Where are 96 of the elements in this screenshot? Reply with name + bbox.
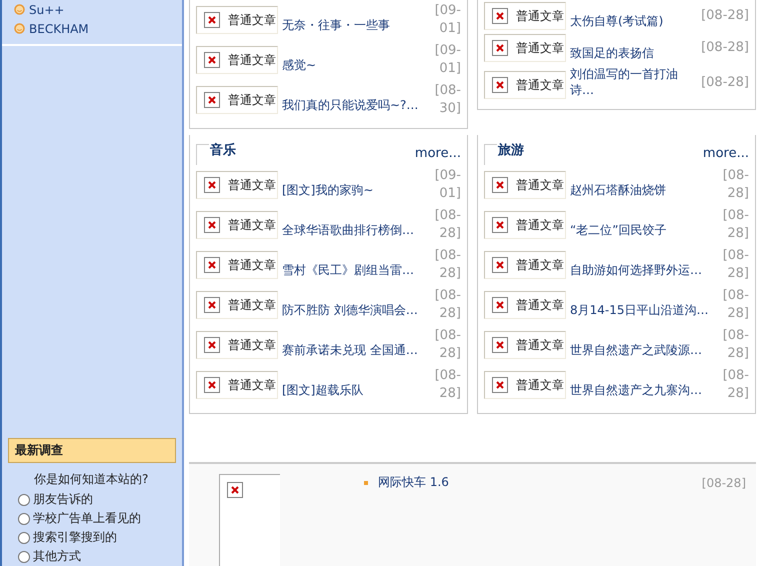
- article-date: [08-28]: [722, 367, 749, 403]
- alt-text: 普通文章: [516, 177, 564, 193]
- smiley-icon: [14, 4, 25, 15]
- broken-image-icon: [492, 257, 508, 273]
- article-date: [08-28]: [434, 207, 461, 243]
- article-link[interactable]: 无奈・往事・一些事: [282, 17, 390, 34]
- item-date: [08-28]: [702, 476, 746, 490]
- article-date: [09-01]: [434, 42, 461, 78]
- alt-text: 普通文章: [516, 77, 564, 93]
- alt-text: 普通文章: [516, 217, 564, 233]
- article-link[interactable]: 赵州石塔酥油烧饼: [570, 182, 666, 199]
- alt-text: 普通文章: [228, 92, 276, 108]
- option-label[interactable]: 朋友告诉的: [33, 491, 93, 508]
- article-link[interactable]: 防不胜防 刘德华演唱会…: [282, 302, 418, 319]
- article-date: [08-28]: [434, 367, 461, 403]
- radio-button[interactable]: [18, 550, 30, 562]
- option-label[interactable]: 搜索引擎搜到的: [33, 529, 117, 546]
- tab-corner: [196, 144, 209, 165]
- alt-text: 普通文章: [228, 257, 276, 273]
- broken-image-icon: [204, 92, 220, 108]
- article-link[interactable]: “老二位”回民饺子: [570, 222, 666, 239]
- broken-image-icon: [204, 217, 220, 233]
- article-date: [08-30]: [434, 82, 461, 118]
- article-link[interactable]: [图文]我的家驹~: [282, 182, 374, 199]
- friend-link[interactable]: BECKHAM: [29, 22, 89, 36]
- alt-text: 普通文章: [228, 12, 276, 28]
- article-date: [09-01]: [434, 2, 461, 38]
- article-link[interactable]: [图文]超载乐队: [282, 382, 364, 399]
- broken-image-icon: [204, 297, 220, 313]
- broken-image-icon: [492, 177, 508, 193]
- article-link[interactable]: 雪村《民工》剧组当雷…: [282, 262, 414, 279]
- article-date: [08-28]: [722, 167, 749, 203]
- alt-text: 普通文章: [228, 217, 276, 233]
- alt-text: 普通文章: [228, 52, 276, 68]
- alt-text: 普通文章: [516, 337, 564, 353]
- option-label[interactable]: 其他方式: [33, 548, 81, 565]
- broken-image-icon: [492, 337, 508, 353]
- article-date: [08-28]: [434, 287, 461, 323]
- article-date: [08-28]: [434, 327, 461, 363]
- article-date: [08-28]: [722, 287, 749, 323]
- article-date: [09-01]: [434, 167, 461, 203]
- article-link[interactable]: 世界自然遗产之九寨沟…: [570, 382, 702, 399]
- article-date: [08-28]: [701, 7, 749, 25]
- alt-text: 普通文章: [516, 377, 564, 393]
- bullet-icon: [364, 480, 368, 484]
- radio-button[interactable]: [18, 512, 30, 524]
- smiley-icon: [14, 23, 25, 34]
- alt-text: 普通文章: [228, 377, 276, 393]
- category-title: 音乐: [210, 142, 236, 160]
- option-label[interactable]: 学校广告单上看见的: [33, 510, 141, 527]
- article-link[interactable]: 赛前承诺未兑现 全国通…: [282, 342, 418, 359]
- broken-image-icon: [227, 482, 243, 498]
- alt-text: 普通文章: [516, 40, 564, 56]
- broken-image-icon: [204, 12, 220, 28]
- article-link[interactable]: 8月14-15日平山沿道沟…: [570, 302, 709, 319]
- article-link[interactable]: 全球华语歌曲排行榜倒…: [282, 222, 414, 239]
- poll-question: 你是如何知道本站的?: [33, 471, 150, 488]
- broken-image-icon: [492, 297, 508, 313]
- article-link[interactable]: 致国足的表扬信: [570, 45, 654, 62]
- broken-image-icon: [492, 77, 508, 93]
- broken-image-icon: [204, 337, 220, 353]
- article-link[interactable]: 太伤自尊(考试篇): [570, 13, 664, 30]
- broken-image-icon: [492, 377, 508, 393]
- article-date: [08-28]: [701, 39, 749, 57]
- alt-text: 普通文章: [228, 297, 276, 313]
- alt-text: 普通文章: [228, 337, 276, 353]
- radio-button[interactable]: [18, 532, 30, 544]
- more-link[interactable]: more...: [702, 146, 749, 165]
- article-date: [08-28]: [434, 247, 461, 283]
- download-link[interactable]: 网际快车 1.6: [378, 474, 449, 491]
- poll-title: 最新调查: [8, 438, 176, 463]
- broken-image-icon: [204, 52, 220, 68]
- broken-image-icon: [492, 40, 508, 56]
- article-link[interactable]: 我们真的只能说爱吗~?…: [282, 97, 418, 114]
- more-link[interactable]: more...: [414, 146, 461, 165]
- article-link[interactable]: 自助游如何选择野外运…: [570, 262, 702, 279]
- alt-text: 普通文章: [228, 177, 276, 193]
- article-date: [08-28]: [722, 247, 749, 283]
- radio-button[interactable]: [18, 494, 30, 506]
- article-date: [08-28]: [701, 74, 749, 92]
- category-title: 旅游: [498, 142, 524, 160]
- broken-image-icon: [204, 257, 220, 273]
- broken-image-icon: [492, 8, 508, 24]
- friend-link[interactable]: Su++: [29, 2, 64, 16]
- alt-text: 普通文章: [516, 8, 564, 24]
- alt-text: 普通文章: [516, 257, 564, 273]
- alt-text: 普通文章: [516, 297, 564, 313]
- tab-corner: [484, 144, 497, 165]
- article-link[interactable]: 世界自然遗产之武陵源…: [570, 342, 702, 359]
- article-link[interactable]: 刘伯温写的一首打油诗…: [570, 66, 698, 99]
- broken-image-icon: [492, 217, 508, 233]
- broken-image-icon: [204, 377, 220, 393]
- broken-image-icon: [204, 177, 220, 193]
- article-date: [08-28]: [722, 327, 749, 363]
- article-date: [08-28]: [722, 207, 749, 243]
- article-link[interactable]: 感觉~: [282, 57, 316, 74]
